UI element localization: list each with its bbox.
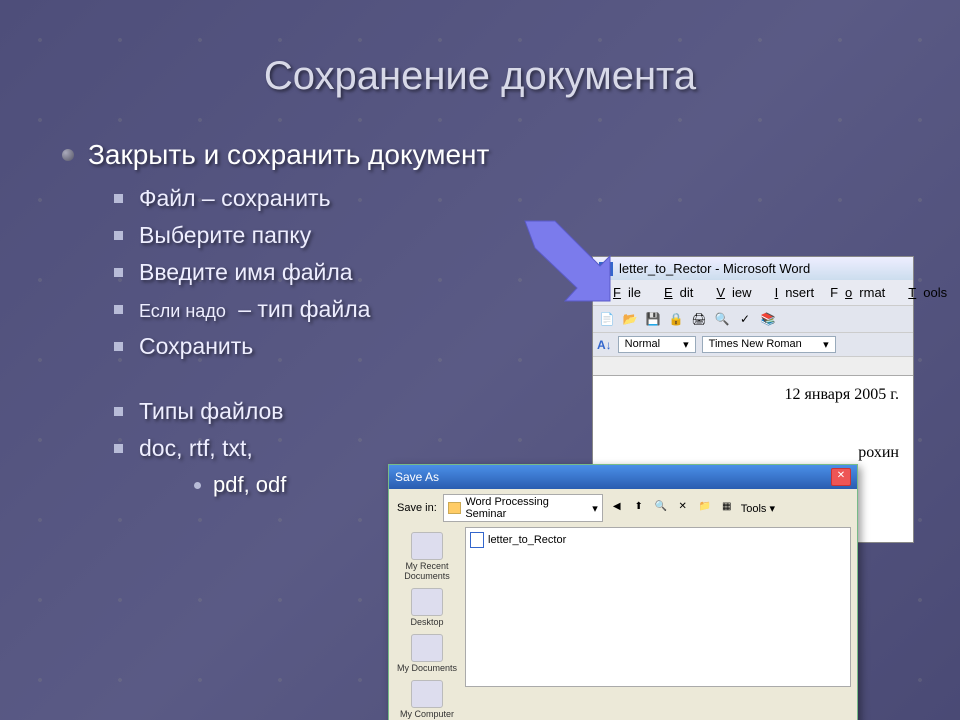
side-desktop[interactable]: Desktop <box>391 585 463 630</box>
recent-icon <box>411 532 443 560</box>
word-menubar: File Edit View Insert Format Tools <box>593 280 913 305</box>
savein-dropdown[interactable]: Word Processing Seminar▾ <box>443 494 603 522</box>
arrow-icon <box>510 216 620 306</box>
permission-icon[interactable]: 🔒 <box>666 309 686 329</box>
savein-label: Save in: <box>397 502 437 514</box>
menu-edit[interactable]: Edit <box>650 283 700 302</box>
saveas-titlebar: Save As ✕ <box>389 465 857 489</box>
word-toolbar: 📄 📂 💾 🔒 🖨 🔍 ✓ 📚 <box>593 305 913 333</box>
file-item[interactable]: letter_to_Rector <box>470 532 846 548</box>
side-mydocs[interactable]: My Documents <box>391 631 463 676</box>
bullet-level1-text: Закрыть и сохранить документ <box>88 139 489 171</box>
print-icon[interactable]: 🖨 <box>689 309 709 329</box>
menu-insert[interactable]: Insert <box>761 283 822 302</box>
bullet-text: doc, rtf, txt, <box>139 435 253 462</box>
side-mycomputer[interactable]: My Computer <box>391 677 463 720</box>
menu-tools[interactable]: Tools <box>894 283 954 302</box>
saveas-title-text: Save As <box>395 470 439 484</box>
square-icon <box>114 268 123 277</box>
square-icon <box>114 342 123 351</box>
tools-dropdown[interactable]: Tools ▾ <box>741 502 775 515</box>
doc-icon <box>470 532 484 548</box>
square-icon <box>114 305 123 314</box>
save-icon[interactable]: 💾 <box>643 309 663 329</box>
back-icon[interactable]: ◀ <box>609 500 625 516</box>
square-icon <box>114 231 123 240</box>
menu-format[interactable]: Format <box>823 283 892 302</box>
bullet-level2: Файл – сохранить <box>114 185 960 212</box>
side-recent[interactable]: My Recent Documents <box>391 529 463 584</box>
search-icon[interactable]: 🔍 <box>653 500 669 516</box>
styles-icon[interactable]: A↓ <box>597 338 612 352</box>
folder-icon <box>448 502 462 514</box>
bullet-icon <box>62 149 74 161</box>
bullet-text: Введите имя файла <box>139 259 353 286</box>
bullet-text: Выберите папку <box>139 222 311 249</box>
slide-title: Сохранение документа <box>0 0 960 99</box>
up-icon[interactable]: ⬆ <box>631 500 647 516</box>
doc-date: 12 января 2005 г. <box>607 386 899 404</box>
dot-icon <box>194 482 201 489</box>
preview-icon[interactable]: 🔍 <box>712 309 732 329</box>
square-icon <box>114 444 123 453</box>
bullet-level1: Закрыть и сохранить документ <box>62 139 960 171</box>
views-icon[interactable]: ▦ <box>719 500 735 516</box>
spell-icon[interactable]: ✓ <box>735 309 755 329</box>
saveas-toolbar: Save in: Word Processing Seminar▾ ◀ ⬆ 🔍 … <box>389 489 857 527</box>
bullet-text: Если надо – тип файла <box>139 296 370 323</box>
computer-icon <box>411 680 443 708</box>
doc-text-fragment: рохин <box>607 444 899 462</box>
new-icon[interactable]: 📄 <box>597 309 617 329</box>
saveas-sidebar: My Recent Documents Desktop My Documents… <box>389 527 465 720</box>
newfolder-icon[interactable]: 📁 <box>697 500 713 516</box>
style-selector[interactable]: Normal▾ <box>618 336 696 353</box>
open-icon[interactable]: 📂 <box>620 309 640 329</box>
save-as-dialog: Save As ✕ Save in: Word Processing Semin… <box>388 464 858 720</box>
square-icon <box>114 194 123 203</box>
word-format-bar: A↓ Normal▾ Times New Roman▾ <box>593 333 913 357</box>
word-titlebar: letter_to_Rector - Microsoft Word <box>593 257 913 280</box>
bullet-text: Файл – сохранить <box>139 185 331 212</box>
font-selector[interactable]: Times New Roman▾ <box>702 336 836 353</box>
delete-icon[interactable]: ✕ <box>675 500 691 516</box>
saveas-filelist[interactable]: letter_to_Rector <box>465 527 851 687</box>
desktop-icon <box>411 588 443 616</box>
bullet-text: pdf, odf <box>213 472 286 498</box>
docs-icon <box>411 634 443 662</box>
word-ruler <box>593 357 913 376</box>
bullet-text: Типы файлов <box>139 398 284 425</box>
close-icon[interactable]: ✕ <box>831 468 851 486</box>
word-title-text: letter_to_Rector - Microsoft Word <box>619 261 810 276</box>
bullet-text: Сохранить <box>139 333 253 360</box>
research-icon[interactable]: 📚 <box>758 309 778 329</box>
menu-view[interactable]: View <box>702 283 758 302</box>
square-icon <box>114 407 123 416</box>
